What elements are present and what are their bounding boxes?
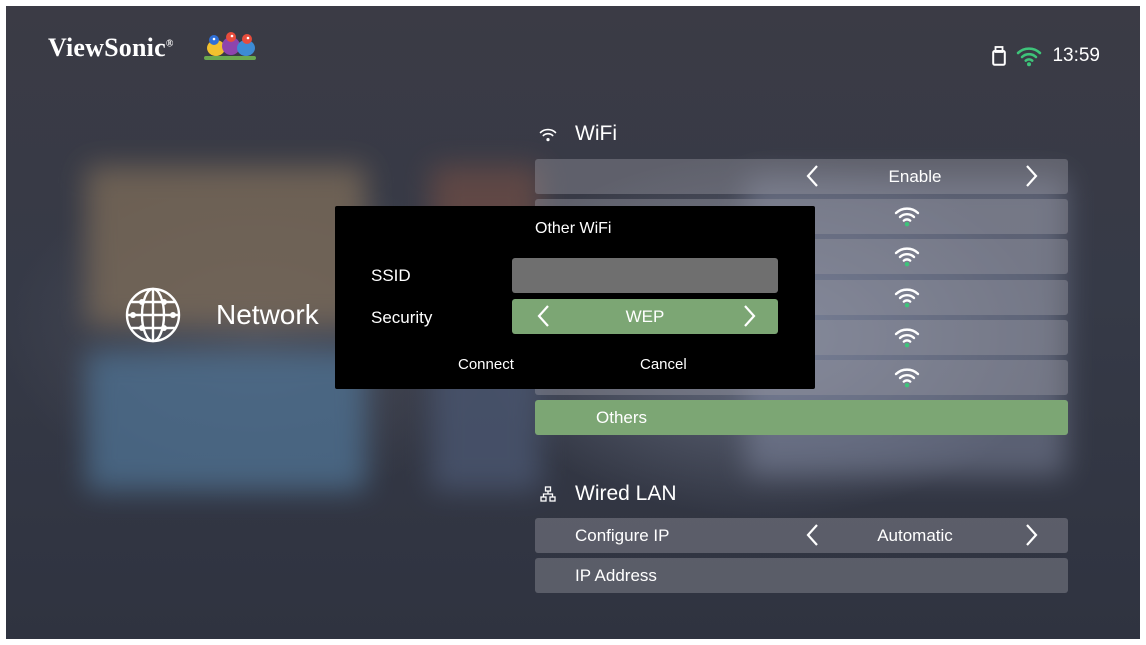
configure-ip-value: Automatic [877,525,953,545]
usb-drive-icon [992,46,1007,66]
others-label: Others [596,407,648,427]
projector-screen: ViewSonic® 13:59 Network WiFi Enable Oth… [6,6,1140,639]
wifi-icon [1017,47,1042,67]
wifi-signal-icon [894,207,920,227]
ip-address-label: IP Address [575,565,657,585]
background-tile [86,351,366,491]
status-bar: 13:59 [992,45,1100,67]
chevron-left-icon[interactable] [805,164,821,188]
lan-icon [540,486,556,502]
wifi-signal-icon [894,247,920,267]
wifi-signal-icon [894,288,920,308]
wired-lan-section-title: Wired LAN [537,482,677,506]
ip-address-row[interactable]: IP Address [535,558,1068,593]
chevron-left-icon[interactable] [805,523,821,547]
connect-button[interactable]: Connect [458,356,514,373]
security-label: Security [371,308,433,327]
wifi-title-text: WiFi [575,122,617,145]
viewsonic-logo: ViewSonic® [48,33,174,62]
chevron-right-icon[interactable] [1023,523,1039,547]
chevron-right-icon[interactable] [1023,164,1039,188]
globe-icon [125,287,181,343]
wifi-others-row[interactable]: Others [535,400,1068,435]
chevron-right-icon[interactable] [741,304,757,328]
configure-ip-label: Configure IP [575,525,670,545]
cancel-button[interactable]: Cancel [640,356,687,373]
security-selector[interactable]: WEP [512,299,778,334]
wifi-signal-icon [894,328,920,348]
wired-lan-title-text: Wired LAN [575,482,677,505]
configure-ip-row[interactable]: Configure IP Automatic [535,518,1068,553]
network-category: Network [124,286,319,344]
clock: 13:59 [1052,45,1100,66]
ssid-input[interactable] [512,258,778,293]
wifi-toggle-value: Enable [888,166,942,186]
ssid-label: SSID [371,266,411,285]
wifi-signal-icon [894,368,920,388]
wifi-section-title: WiFi [537,122,617,146]
security-value: WEP [625,307,665,326]
dialog-title: Other WiFi [535,220,612,237]
category-label: Network [216,299,319,330]
birds-logo-icon [204,32,256,60]
other-wifi-dialog: Other WiFi SSID Security WEP Connect Can… [335,206,815,389]
wifi-section-icon [539,128,557,141]
wifi-toggle-row[interactable]: Enable [535,159,1068,194]
